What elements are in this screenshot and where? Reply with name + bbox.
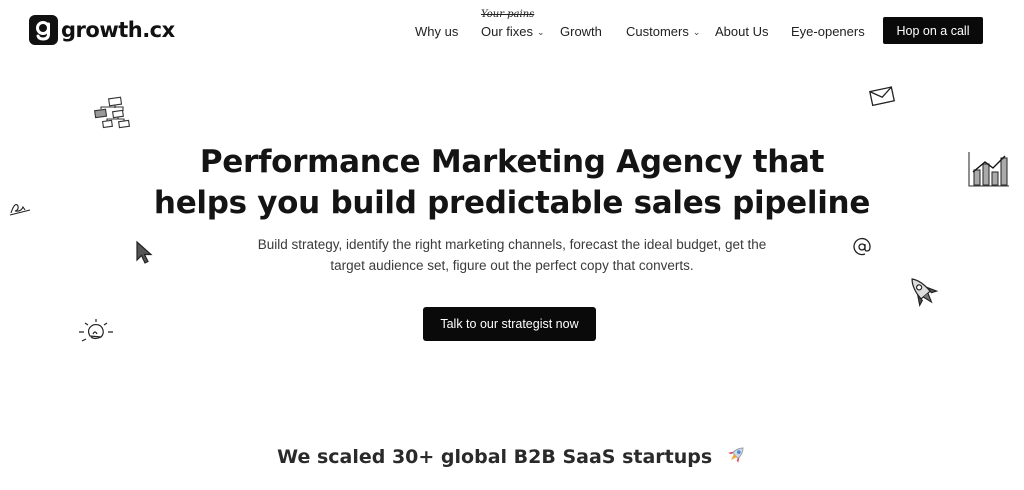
nav-item-label: Our fixes	[481, 24, 534, 39]
site-header: growth.cx Your pains Why us Our fixes ⌄ G…	[0, 0, 1024, 62]
nav-item-about-us[interactable]: About Us	[715, 24, 768, 39]
hero-title-line-1: Performance Marketing Agency that	[199, 144, 825, 180]
social-proof-heading: We scaled 30+ global B2B SaaS startups	[0, 444, 1024, 471]
rocket-emoji-icon	[725, 444, 747, 471]
at-sign-icon	[853, 237, 871, 256]
nav-item-label: Eye-openers	[791, 24, 865, 39]
nav-item-label: Growth	[560, 24, 602, 39]
cursor-icon	[136, 240, 153, 264]
signature-icon	[9, 204, 31, 216]
nav-item-customers[interactable]: Customers ⌄	[626, 24, 700, 39]
main-nav: Your pains Why us Our fixes ⌄ Growth Cust…	[0, 0, 1024, 62]
hero-subtitle-line-1: Build strategy, identify the right marke…	[257, 237, 767, 252]
nav-item-label: Customers	[626, 24, 689, 39]
nav-item-label: Why us	[415, 24, 459, 39]
nav-item-growth[interactable]: Growth	[560, 24, 602, 39]
lightbulb-icon	[79, 319, 113, 342]
talk-to-strategist-button[interactable]: Talk to our strategist now	[423, 307, 596, 341]
envelope-icon	[869, 86, 896, 107]
nav-note-your-pains: Your pains	[481, 9, 535, 20]
chevron-down-icon: ⌄	[537, 27, 545, 37]
hop-on-call-button[interactable]: Hop on a call	[883, 17, 983, 44]
nav-item-our-fixes[interactable]: Our fixes ⌄	[481, 24, 545, 39]
hero-subtitle: Build strategy, identify the right marke…	[220, 234, 804, 276]
rocket-icon	[911, 278, 939, 307]
flowchart-icon	[94, 96, 130, 129]
nav-item-label: About Us	[715, 24, 769, 39]
hero-subtitle-line-2: target audience set, figure out the perf…	[330, 258, 694, 273]
bar-chart-icon	[968, 152, 1009, 187]
chevron-down-icon: ⌄	[692, 27, 701, 37]
hero-title-line-2: helps you build predictable sales pipeli…	[153, 185, 871, 221]
social-proof-text: We scaled 30+ global B2B SaaS startups	[277, 446, 713, 468]
nav-item-why-us[interactable]: Why us	[415, 24, 458, 39]
hero-title: Performance Marketing Agency that helps …	[0, 142, 1024, 224]
nav-item-eye-openers[interactable]: Eye-openers	[791, 24, 865, 39]
